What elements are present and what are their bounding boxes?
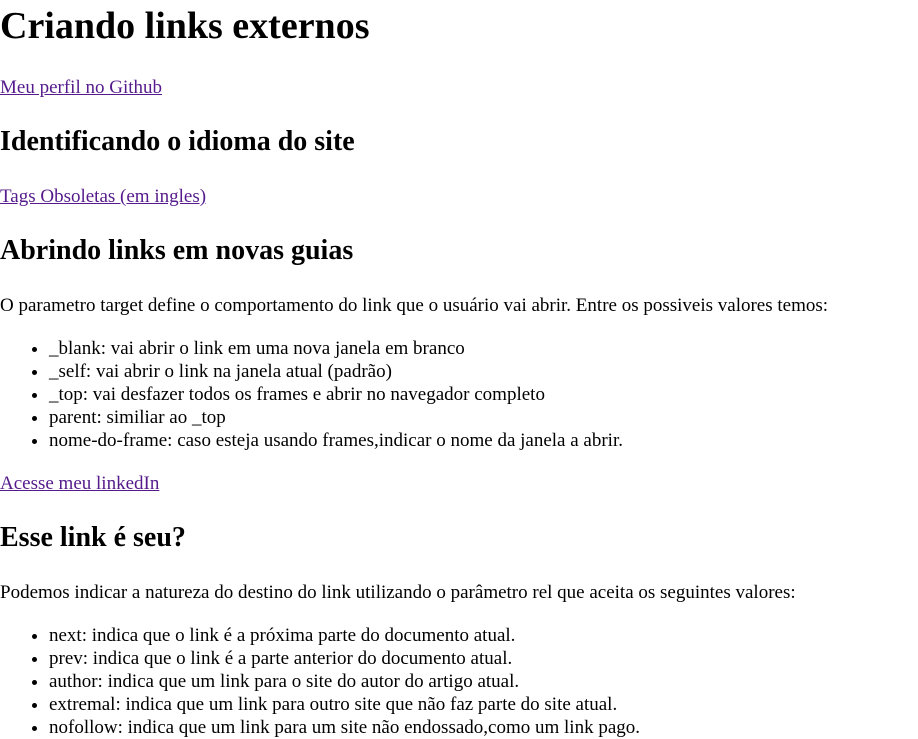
linkedin-link-paragraph: Acesse meu linkedIn [0,472,918,495]
target-values-list: _blank: vai abrir o link em uma nova jan… [0,337,918,452]
target-description: O parametro target define o comportament… [0,295,829,316]
section-heading-link-seu: Esse link é seu? [0,522,186,553]
section-heading-idioma: Identificando o idioma do site [0,126,355,157]
list-item: _self: vai abrir o link na janela atual … [49,360,918,383]
list-item: _top: vai desfazer todos os frames e abr… [49,383,918,406]
tags-link-paragraph: Tags Obsoletas (em ingles) [0,185,918,208]
rel-values-list: next: indica que o link é a próxima part… [0,624,918,739]
list-item: extremal: indica que um link para outro … [49,693,918,716]
list-item: prev: indica que o link é a parte anteri… [49,647,918,670]
page: Criando links externos Meu perfil no Git… [0,0,918,739]
list-item: nofollow: indica que um link para um sit… [49,716,918,739]
section-heading-novas-guias: Abrindo links em novas guias [0,235,354,266]
list-item: next: indica que o link é a próxima part… [49,624,918,647]
list-item: parent: similiar ao _top [49,406,918,429]
list-item: _blank: vai abrir o link em uma nova jan… [49,337,918,360]
page-title: Criando links externos [0,5,370,47]
tags-obsoletas-link[interactable]: Tags Obsoletas (em ingles) [0,186,206,207]
list-item: nome-do-frame: caso esteja usando frames… [49,429,918,452]
github-link-paragraph: Meu perfil no Github [0,76,918,99]
list-item: author: indica que um link para o site d… [49,670,918,693]
linkedin-link[interactable]: Acesse meu linkedIn [0,473,159,494]
github-profile-link[interactable]: Meu perfil no Github [0,77,162,98]
rel-description: Podemos indicar a natureza do destino do… [0,582,796,603]
